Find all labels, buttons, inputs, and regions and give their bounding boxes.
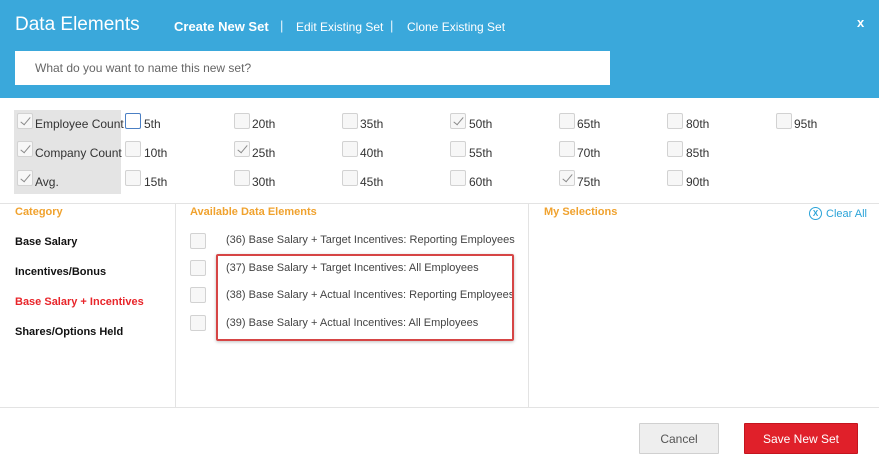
percentile-label: 55th	[469, 146, 493, 160]
percentile-checkbox-60th[interactable]	[450, 170, 466, 186]
percentile-checkbox-70th[interactable]	[559, 141, 575, 157]
tab-clone-existing-set[interactable]: Clone Existing Set	[407, 20, 505, 34]
company-count-label: Company Count	[35, 146, 122, 160]
percentile-label: 10th	[144, 146, 168, 160]
tab-separator: |	[280, 18, 284, 33]
category-item-base-salary[interactable]: Base Salary	[15, 236, 77, 248]
set-name-input[interactable]	[15, 51, 610, 85]
percentile-label: 20th	[252, 117, 276, 131]
category-item-base-salary-incentives[interactable]: Base Salary + Incentives	[15, 296, 144, 308]
column-divider	[175, 204, 176, 407]
percentile-label: 90th	[686, 175, 710, 189]
percentile-checkbox-5th[interactable]	[125, 113, 141, 129]
percentile-label: 40th	[360, 146, 384, 160]
column-divider	[528, 204, 529, 407]
available-data-elements-heading: Available Data Elements	[190, 206, 317, 218]
close-icon[interactable]: x	[857, 15, 864, 30]
percentile-checkbox-40th[interactable]	[342, 141, 358, 157]
percentile-label: 15th	[144, 175, 168, 189]
percentile-checkbox-95th[interactable]	[776, 113, 792, 129]
dialog-header: Data Elements Create New Set | Edit Exis…	[0, 0, 879, 98]
data-element-checkbox[interactable]	[190, 233, 206, 249]
data-element-checkbox[interactable]	[190, 260, 206, 276]
save-new-set-button[interactable]: Save New Set	[744, 423, 858, 454]
data-element-label: (36) Base Salary + Target Incentives: Re…	[226, 234, 515, 246]
percentile-label: 25th	[252, 146, 276, 160]
percentile-label: 70th	[577, 146, 601, 160]
percentile-checkbox-45th[interactable]	[342, 170, 358, 186]
clear-all-label: Clear All	[826, 207, 867, 220]
percentile-checkbox-80th[interactable]	[667, 113, 683, 129]
percentile-checkbox-75th[interactable]	[559, 170, 575, 186]
percentile-label: 60th	[469, 175, 493, 189]
data-element-checkbox[interactable]	[190, 315, 206, 331]
percentile-checkbox-50th[interactable]	[450, 113, 466, 129]
percentile-checkbox-30th[interactable]	[234, 170, 250, 186]
percentile-checkbox-25th[interactable]	[234, 141, 250, 157]
data-element-checkbox[interactable]	[190, 287, 206, 303]
my-selections-heading: My Selections	[544, 206, 618, 218]
percentile-label: 30th	[252, 175, 276, 189]
clear-x-icon: X	[809, 207, 822, 220]
percentile-checkbox-65th[interactable]	[559, 113, 575, 129]
percentile-label: 5th	[144, 117, 161, 131]
employee-count-label: Employee Count	[35, 117, 124, 131]
highlight-box	[216, 254, 514, 341]
percentile-checkbox-85th[interactable]	[667, 141, 683, 157]
percentile-checkbox-10th[interactable]	[125, 141, 141, 157]
tab-create-new-set[interactable]: Create New Set	[174, 19, 269, 34]
category-heading: Category	[15, 206, 63, 218]
percentile-label: 65th	[577, 117, 601, 131]
footer-divider	[0, 407, 879, 408]
percentile-checkbox-15th[interactable]	[125, 170, 141, 186]
percentile-checkbox-20th[interactable]	[234, 113, 250, 129]
percentile-label: 95th	[794, 117, 818, 131]
section-divider	[0, 203, 879, 204]
percentile-checkbox-35th[interactable]	[342, 113, 358, 129]
percentile-label: 45th	[360, 175, 384, 189]
avg-checkbox[interactable]	[17, 170, 33, 186]
percentile-label: 80th	[686, 117, 710, 131]
cancel-button[interactable]: Cancel	[639, 423, 719, 454]
percentile-label: 85th	[686, 146, 710, 160]
company-count-checkbox[interactable]	[17, 141, 33, 157]
category-item-incentives-bonus[interactable]: Incentives/Bonus	[15, 266, 106, 278]
dialog-title: Data Elements	[15, 14, 140, 35]
tab-separator: |	[390, 18, 394, 33]
clear-all-link[interactable]: X Clear All	[809, 207, 867, 220]
employee-count-checkbox[interactable]	[17, 113, 33, 129]
percentile-label: 75th	[577, 175, 601, 189]
category-item-shares-options-held[interactable]: Shares/Options Held	[15, 326, 123, 338]
percentile-label: 50th	[469, 117, 493, 131]
percentile-label: 35th	[360, 117, 384, 131]
percentile-checkbox-90th[interactable]	[667, 170, 683, 186]
tab-edit-existing-set[interactable]: Edit Existing Set	[296, 20, 383, 34]
avg-label: Avg.	[35, 175, 59, 189]
percentile-checkbox-55th[interactable]	[450, 141, 466, 157]
